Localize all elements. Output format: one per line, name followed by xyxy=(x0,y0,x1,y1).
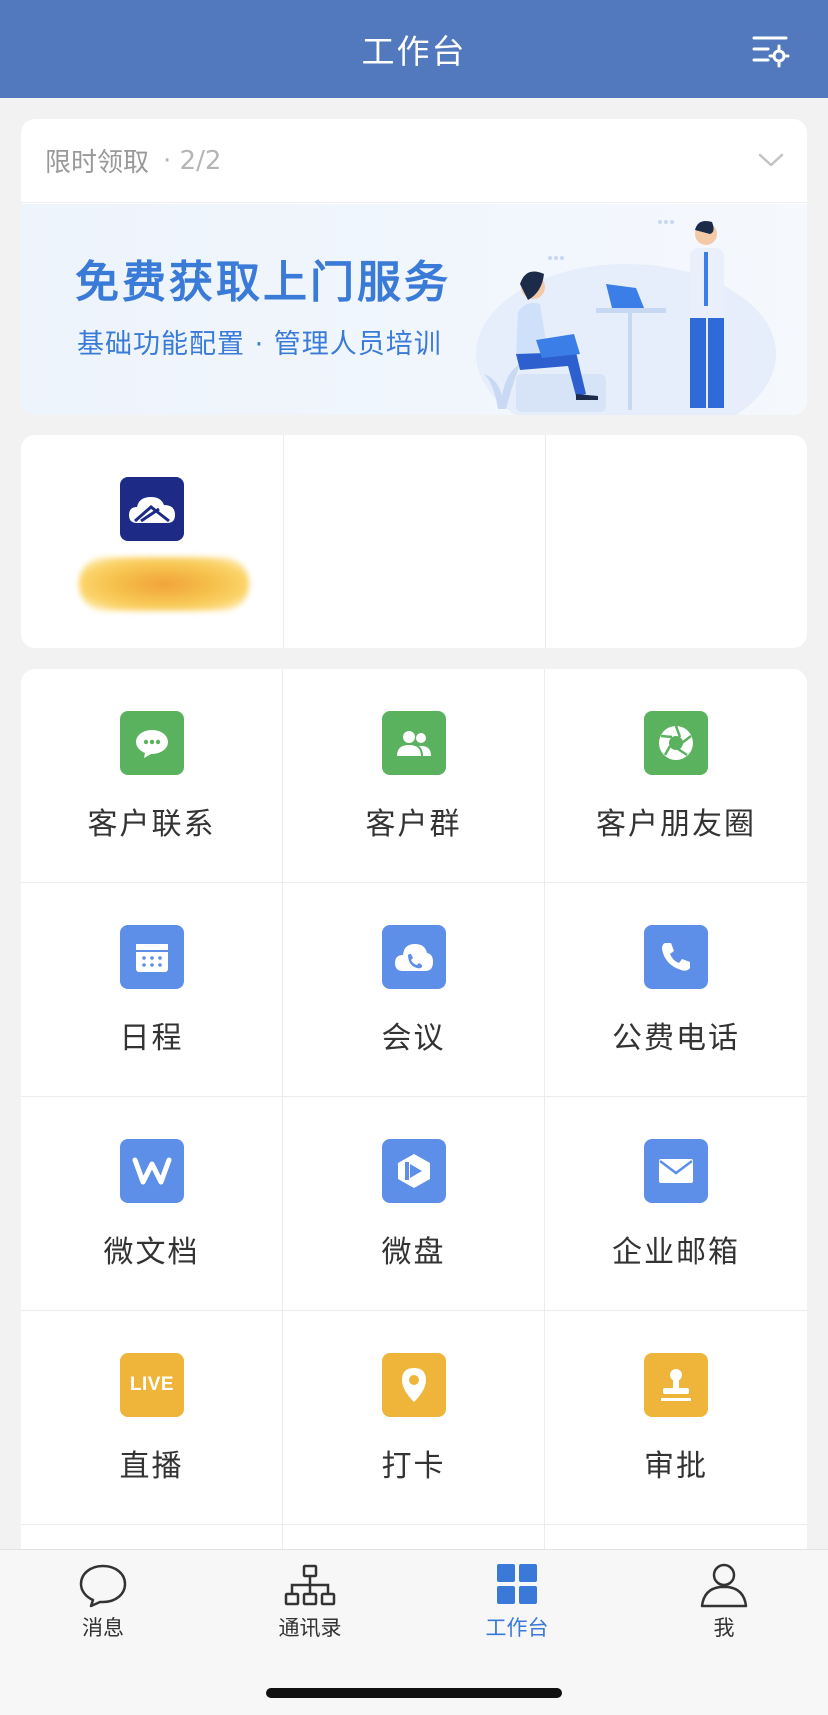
cloud-app-icon xyxy=(120,477,184,541)
tile-public-phone[interactable]: 公费电话 xyxy=(545,883,807,1097)
message-icon xyxy=(79,1564,127,1608)
phone-icon xyxy=(644,925,708,989)
tab-me[interactable]: 我 xyxy=(649,1562,799,1662)
tab-label: 工作台 xyxy=(485,1616,549,1640)
feature-grid: 客户联系 客户群 客户朋友圈 日程 会议 公费电话 微文档 微盘 企业邮箱 LI… xyxy=(21,669,807,1569)
tile-meeting[interactable]: 会议 xyxy=(283,883,545,1097)
chat-bubble-icon xyxy=(120,711,184,775)
promo-label: 限时领取 xyxy=(45,148,150,178)
empty-app-slot xyxy=(283,435,545,648)
stamp-icon xyxy=(644,1353,708,1417)
tile-approval[interactable]: 审批 xyxy=(545,1311,807,1525)
tile-label: 客户联系 xyxy=(87,807,216,842)
drive-icon xyxy=(382,1139,446,1203)
tile-label: 客户群 xyxy=(365,807,462,842)
org-chart-icon xyxy=(284,1564,336,1606)
people-illustration xyxy=(476,220,776,415)
home-indicator[interactable] xyxy=(266,1688,562,1698)
tile-label: 微文档 xyxy=(103,1235,200,1270)
tile-doc[interactable]: 微文档 xyxy=(21,1097,283,1311)
live-icon: LIVE xyxy=(120,1353,184,1417)
tile-schedule[interactable]: 日程 xyxy=(21,883,283,1097)
tab-workbench[interactable]: 工作台 xyxy=(442,1562,592,1662)
promo-card[interactable]: 限时领取 · 2/2 免费获取上门服务 基础功能配置 · 管理人员培训 xyxy=(21,119,807,415)
empty-app-slot xyxy=(545,435,807,648)
mail-icon xyxy=(644,1139,708,1203)
person-icon xyxy=(700,1563,748,1608)
tab-label: 我 xyxy=(713,1616,735,1640)
tile-label: 公费电话 xyxy=(612,1021,740,1056)
tile-label: 客户朋友圈 xyxy=(596,807,756,842)
tab-label: 消息 xyxy=(82,1616,124,1640)
tile-enterprise-mail[interactable]: 企业邮箱 xyxy=(545,1097,807,1311)
tile-customer-contact[interactable]: 客户联系 xyxy=(21,669,283,883)
aperture-icon xyxy=(644,711,708,775)
promo-header: 限时领取 · 2/2 xyxy=(21,119,807,203)
tile-live[interactable]: LIVE 直播 xyxy=(21,1311,283,1525)
location-pin-icon xyxy=(382,1353,446,1417)
tile-label: 微盘 xyxy=(381,1235,446,1270)
group-icon xyxy=(382,711,446,775)
custom-app-tile[interactable] xyxy=(21,435,283,648)
tile-check-in[interactable]: 打卡 xyxy=(283,1311,545,1525)
tab-messages[interactable]: 消息 xyxy=(28,1562,178,1662)
redacted-app-name xyxy=(79,557,249,611)
tile-label: 企业邮箱 xyxy=(612,1235,740,1270)
tile-label: 日程 xyxy=(119,1021,184,1056)
tab-label: 通讯录 xyxy=(278,1616,342,1640)
custom-apps-card xyxy=(21,435,807,648)
tile-customer-moments[interactable]: 客户朋友圈 xyxy=(545,669,807,883)
tile-label: 审批 xyxy=(644,1449,708,1484)
grid-icon xyxy=(497,1564,537,1604)
promo-banner[interactable]: 免费获取上门服务 基础功能配置 · 管理人员培训 xyxy=(21,204,807,415)
doc-w-icon xyxy=(120,1139,184,1203)
calendar-icon xyxy=(120,925,184,989)
tile-label: 直播 xyxy=(119,1449,184,1484)
page-title: 工作台 xyxy=(361,32,467,71)
tile-label: 打卡 xyxy=(381,1449,446,1484)
tile-customer-group[interactable]: 客户群 xyxy=(283,669,545,883)
list-settings-icon[interactable] xyxy=(752,34,790,70)
promo-headline: 免费获取上门服务 xyxy=(75,257,451,308)
top-navigation-bar: 工作台 xyxy=(0,0,828,98)
tile-drive[interactable]: 微盘 xyxy=(283,1097,545,1311)
promo-subline: 基础功能配置 · 管理人员培训 xyxy=(77,329,442,360)
tile-label: 会议 xyxy=(381,1021,446,1056)
chevron-down-icon[interactable] xyxy=(757,149,785,171)
live-icon-text: LIVE xyxy=(129,1374,175,1395)
cloud-phone-icon xyxy=(382,925,446,989)
tab-contacts[interactable]: 通讯录 xyxy=(235,1562,385,1662)
promo-count: · 2/2 xyxy=(163,145,222,176)
